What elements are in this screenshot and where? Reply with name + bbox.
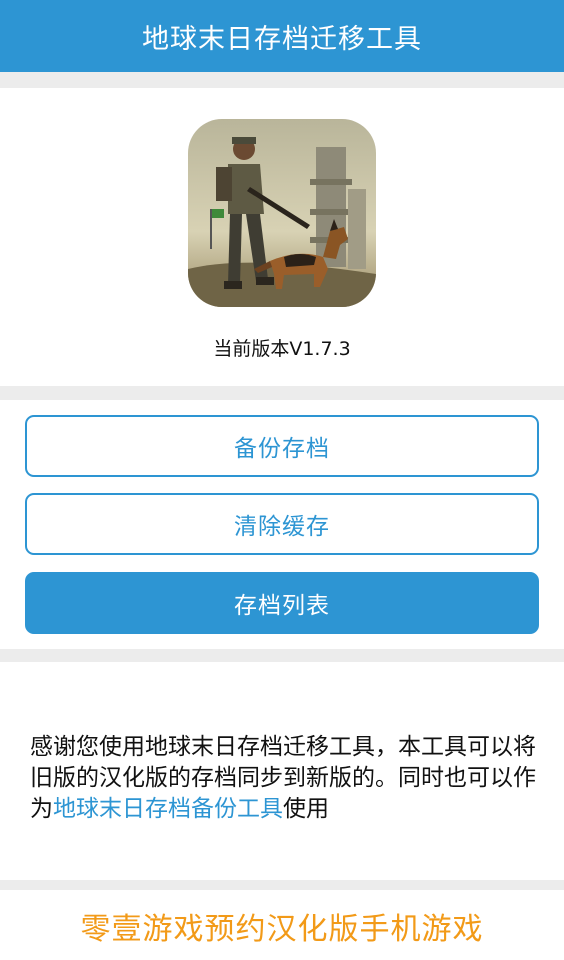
footer-promo-link[interactable]: 零壹游戏预约汉化版手机游戏 [0, 904, 564, 948]
description-text-end: 使用 [283, 796, 329, 822]
save-list-button[interactable]: 存档列表 [25, 572, 539, 634]
app-info-card: 当前版本V1.7.3 [0, 88, 564, 386]
footer-card: 零壹游戏预约汉化版手机游戏 [0, 890, 564, 960]
description-card: 感谢您使用地球末日存档迁移工具，本工具可以将旧版的汉化版的存档同步到新版的。同时… [0, 662, 564, 880]
version-label: 当前版本V1.7.3 [213, 338, 351, 360]
backup-tool-link[interactable]: 地球末日存档备份工具 [53, 796, 283, 822]
actions-card: 备份存档 清除缓存 存档列表 [0, 400, 564, 649]
backup-save-button[interactable]: 备份存档 [25, 415, 539, 477]
page-title: 地球末日存档迁移工具 [142, 23, 422, 55]
app-icon [188, 119, 376, 307]
clear-cache-button[interactable]: 清除缓存 [25, 493, 539, 555]
description-text: 感谢您使用地球末日存档迁移工具，本工具可以将旧版的汉化版的存档同步到新版的。同时… [30, 732, 540, 825]
app-header: 地球末日存档迁移工具 [0, 0, 564, 72]
